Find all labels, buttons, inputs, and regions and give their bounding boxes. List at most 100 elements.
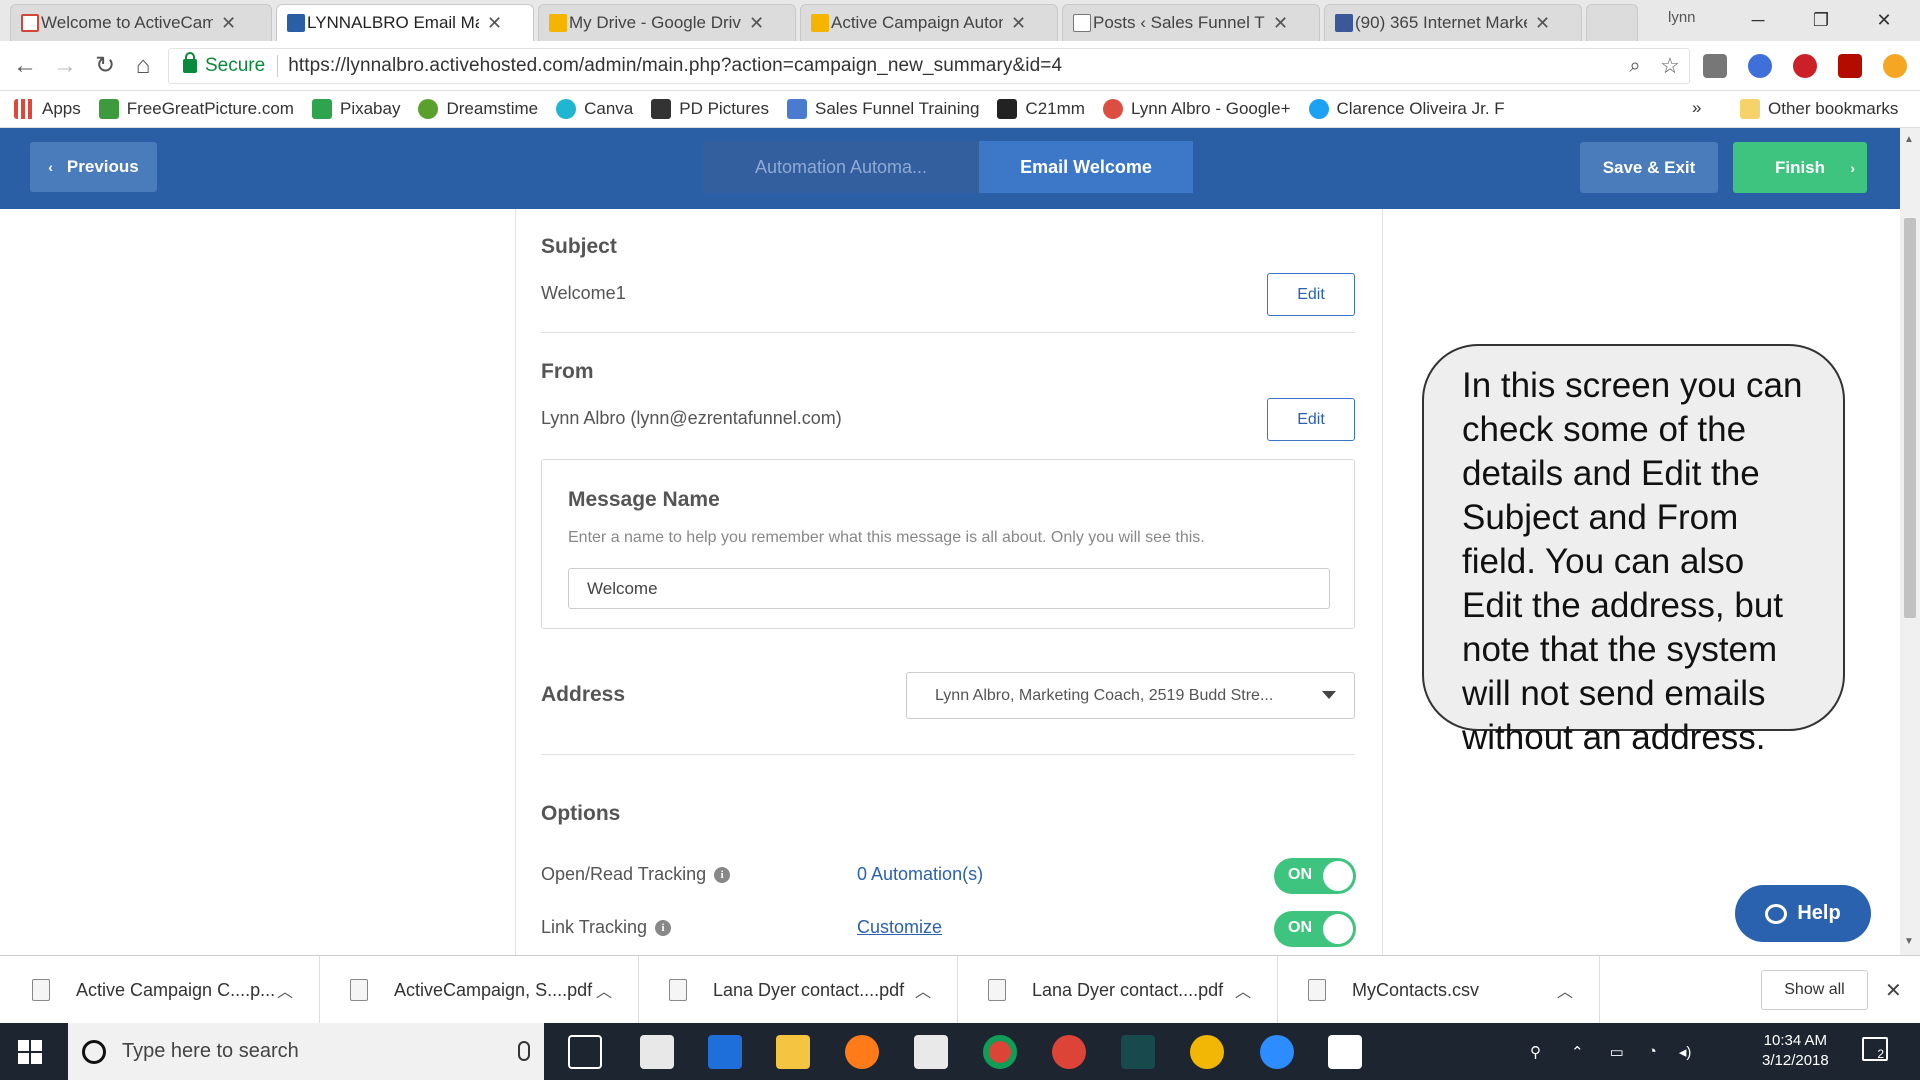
bookmark-pixabay[interactable]: Pixabay xyxy=(311,99,400,119)
close-icon[interactable]: ✕ xyxy=(1885,978,1902,1003)
download-item[interactable]: Active Campaign C....p... ︿ xyxy=(0,956,320,1024)
customize-link[interactable]: Customize xyxy=(857,917,942,938)
back-icon[interactable]: ← xyxy=(10,51,40,81)
firefox-icon[interactable] xyxy=(845,1035,879,1069)
tab-facebook[interactable]: (90) 365 Internet Marke ✕ xyxy=(1324,4,1582,41)
task-view-icon[interactable] xyxy=(568,1035,602,1069)
chevron-up-icon[interactable]: ︿ xyxy=(277,978,293,1002)
pinterest-icon[interactable] xyxy=(1793,54,1817,78)
bookmark-sales-funnel[interactable]: Sales Funnel Training xyxy=(786,99,979,119)
finish-button[interactable]: Finish › xyxy=(1733,142,1867,193)
close-icon[interactable]: ✕ xyxy=(221,13,236,34)
bookmark-twitter[interactable]: Clarence Oliveira Jr. F xyxy=(1308,99,1505,119)
bookmark-dreamstime[interactable]: Dreamstime xyxy=(418,99,538,119)
bookmark-apps[interactable]: Apps xyxy=(14,99,81,119)
subject-value: Welcome1 xyxy=(541,283,626,303)
chrome-icon[interactable] xyxy=(983,1035,1017,1069)
chevron-up-icon[interactable]: ︿ xyxy=(596,978,612,1002)
close-icon[interactable]: ✕ xyxy=(749,13,764,34)
wifi-icon[interactable]: ◔ xyxy=(1648,1043,1657,1060)
app-icon[interactable] xyxy=(1190,1035,1224,1069)
reload-icon[interactable]: ↻ xyxy=(90,51,120,81)
address-bar[interactable]: Secure https://lynnalbro.activehosted.co… xyxy=(168,48,1690,84)
edit-subject-button[interactable]: Edit xyxy=(1267,273,1355,316)
new-tab-button[interactable] xyxy=(1586,4,1638,41)
message-name-card: Message Name Enter a name to help you re… xyxy=(541,459,1355,629)
info-icon[interactable]: i xyxy=(714,866,731,883)
download-item[interactable]: ActiveCampaign, S....pdf ︿ xyxy=(320,956,639,1024)
bookmark-star-icon[interactable]: ☆ xyxy=(1655,51,1685,81)
link-tracking-toggle[interactable]: ON xyxy=(1274,911,1356,947)
url-text[interactable]: https://lynnalbro.activehosted.com/admin… xyxy=(288,55,1062,77)
help-button[interactable]: Help xyxy=(1735,885,1871,942)
bookmark-freegreatpicture[interactable]: FreeGreatPicture.com xyxy=(98,99,294,119)
todoist-icon[interactable] xyxy=(1052,1035,1086,1069)
chevron-up-icon[interactable]: ︿ xyxy=(1557,978,1573,1002)
scroll-down-icon[interactable]: ▼ xyxy=(1904,936,1914,947)
forward-icon[interactable]: → xyxy=(50,51,80,81)
microphone-icon[interactable] xyxy=(518,1041,530,1061)
bookmark-label: C21mm xyxy=(1025,99,1085,118)
tab-google-drive[interactable]: My Drive - Google Driv ✕ xyxy=(538,4,796,41)
notification-icon[interactable]: 2 xyxy=(1862,1037,1888,1061)
download-item[interactable]: Lana Dyer contact....pdf ︿ xyxy=(958,956,1278,1024)
acrobat-icon[interactable] xyxy=(1838,54,1862,78)
close-window-icon[interactable]: ✕ xyxy=(1856,0,1912,41)
photos-icon[interactable] xyxy=(1328,1035,1362,1069)
bookmark-google-plus[interactable]: Lynn Albro - Google+ xyxy=(1102,99,1291,119)
scrollbar-thumb[interactable] xyxy=(1904,218,1916,618)
open-read-tracking-toggle[interactable]: ON xyxy=(1274,858,1356,894)
mail-icon[interactable] xyxy=(640,1035,674,1069)
bookmark-c21mm[interactable]: C21mm xyxy=(997,99,1085,119)
tab-activecampaign[interactable]: LYNNALBRO Email Mar ✕ xyxy=(276,4,534,41)
extension-icon[interactable] xyxy=(1703,54,1727,78)
tab-posts[interactable]: Posts ‹ Sales Funnel Tra ✕ xyxy=(1062,4,1320,41)
extension-icon[interactable] xyxy=(1883,54,1907,78)
app-icon[interactable] xyxy=(1121,1035,1155,1069)
tab-gmail[interactable]: Welcome to ActiveCam ✕ xyxy=(10,4,272,41)
zoom-icon[interactable]: ⌕ xyxy=(1620,51,1650,81)
previous-button[interactable]: ‹ Previous xyxy=(30,142,157,192)
extension-icon[interactable] xyxy=(1748,54,1772,78)
restore-icon[interactable]: ❐ xyxy=(1793,0,1849,41)
other-bookmarks[interactable]: Other bookmarks xyxy=(1740,99,1898,119)
close-icon[interactable]: ✕ xyxy=(1535,13,1550,34)
close-icon[interactable]: ✕ xyxy=(1273,13,1288,34)
options-title: Options xyxy=(541,802,621,825)
step-email-welcome[interactable]: Email Welcome xyxy=(979,141,1193,193)
taskbar-search[interactable]: Type here to search xyxy=(68,1023,544,1080)
battery-icon[interactable]: ▭ xyxy=(1610,1043,1624,1061)
info-icon[interactable]: i xyxy=(655,919,672,936)
file-explorer-icon[interactable] xyxy=(776,1035,810,1069)
taskbar-clock[interactable]: 10:34 AM 3/12/2018 xyxy=(1762,1031,1829,1071)
edit-from-button[interactable]: Edit xyxy=(1267,398,1355,441)
chevron-up-icon[interactable]: ︿ xyxy=(1235,978,1251,1002)
windows-start-icon[interactable] xyxy=(18,1040,42,1064)
step-automation[interactable]: Automation Automa... xyxy=(703,141,979,193)
store-icon[interactable] xyxy=(914,1035,948,1069)
profile-name[interactable]: lynn xyxy=(1668,9,1696,26)
tab-google-slides[interactable]: Active Campaign Auton ✕ xyxy=(800,4,1058,41)
edge-icon[interactable] xyxy=(708,1035,742,1069)
volume-icon[interactable]: ◂) xyxy=(1679,1043,1692,1061)
save-exit-button[interactable]: Save & Exit xyxy=(1580,142,1718,193)
download-item[interactable]: Lana Dyer contact....pdf ︿ xyxy=(639,956,958,1024)
chevron-up-icon[interactable]: ⌃ xyxy=(1571,1043,1584,1061)
address-select[interactable]: Lynn Albro, Marketing Coach, 2519 Budd S… xyxy=(906,672,1355,719)
message-name-input[interactable]: Welcome xyxy=(568,568,1330,609)
page-scrollbar[interactable]: ▲ ▼ xyxy=(1900,128,1920,955)
chevron-up-icon[interactable]: ︿ xyxy=(915,978,931,1002)
zoom-app-icon[interactable] xyxy=(1260,1035,1294,1069)
close-icon[interactable]: ✕ xyxy=(1011,13,1026,34)
bookmark-pd-pictures[interactable]: PD Pictures xyxy=(651,99,769,119)
people-icon[interactable]: ⚲ xyxy=(1530,1043,1541,1061)
home-icon[interactable]: ⌂ xyxy=(128,51,158,81)
download-item[interactable]: MyContacts.csv ︿ xyxy=(1278,956,1600,1024)
more-bookmarks-icon[interactable]: » xyxy=(1692,98,1701,118)
close-icon[interactable]: ✕ xyxy=(487,13,502,34)
automations-link[interactable]: 0 Automation(s) xyxy=(857,864,983,885)
show-all-button[interactable]: Show all xyxy=(1761,970,1868,1010)
bookmark-canva[interactable]: Canva xyxy=(556,99,633,119)
minimize-icon[interactable]: ─ xyxy=(1730,0,1786,41)
scroll-up-icon[interactable]: ▲ xyxy=(1904,134,1914,145)
